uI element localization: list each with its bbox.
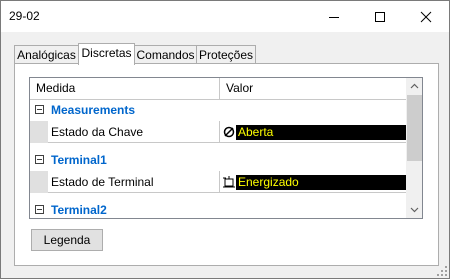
row-gutter	[30, 171, 48, 193]
column-header-medida[interactable]: Medida	[30, 78, 219, 99]
row-separator	[48, 192, 406, 193]
resize-grip-icon[interactable]	[437, 266, 447, 276]
scroll-down-arrow-icon[interactable]	[410, 205, 419, 214]
collapse-toggle-icon[interactable]	[35, 205, 44, 214]
close-icon	[420, 11, 432, 23]
scroll-up-arrow-icon[interactable]	[410, 82, 419, 91]
property-value[interactable]: Energizado	[236, 175, 406, 190]
category-label: Measurements	[51, 103, 136, 117]
category-row-terminal1[interactable]: Terminal1	[30, 149, 406, 171]
collapse-toggle-icon[interactable]	[35, 155, 44, 164]
tab-panel-discretas: Medida Valor Measurements Estado da Chav…	[14, 63, 439, 266]
minimize-icon	[329, 17, 339, 18]
row-separator	[48, 142, 406, 143]
collapse-toggle-icon[interactable]	[35, 105, 44, 114]
column-header-valor[interactable]: Valor	[220, 78, 406, 99]
window-title: 29-02	[9, 9, 40, 23]
row-gutter	[30, 121, 48, 143]
title-bar[interactable]: 29-02	[1, 1, 449, 32]
maximize-icon	[375, 12, 385, 22]
legend-button[interactable]: Legenda	[31, 229, 103, 251]
property-name: Estado da Chave	[51, 125, 144, 139]
property-value[interactable]: Aberta	[236, 125, 406, 140]
switch-open-icon	[223, 126, 235, 138]
property-row-estado-de-terminal[interactable]: Estado de Terminal Energizado	[30, 171, 406, 193]
cell-divider	[219, 171, 220, 193]
tab-discretas[interactable]: Discretas	[78, 43, 135, 65]
category-row-measurements[interactable]: Measurements	[30, 99, 406, 121]
vertical-scrollbar[interactable]	[406, 78, 422, 218]
property-grid: Medida Valor Measurements Estado da Chav…	[29, 77, 423, 219]
category-label: Terminal2	[51, 203, 107, 217]
tab-protecoes[interactable]: Proteções	[196, 45, 256, 63]
property-row-estado-da-chave[interactable]: Estado da Chave Aberta	[30, 121, 406, 143]
category-label: Terminal1	[51, 153, 107, 167]
minimize-button[interactable]	[311, 1, 357, 32]
property-name: Estado de Terminal	[51, 175, 154, 189]
tab-comandos[interactable]: Comandos	[134, 45, 197, 63]
tab-analogicas[interactable]: Analógicas	[14, 45, 79, 63]
app-window: 29-02 Analógicas Discretas Comandos Prot…	[0, 0, 450, 279]
category-row-terminal2[interactable]: Terminal2	[30, 199, 406, 218]
maximize-button[interactable]	[357, 1, 403, 32]
grid-header: Medida Valor	[30, 78, 406, 100]
cell-divider	[219, 121, 220, 143]
scrollbar-thumb[interactable]	[407, 95, 422, 161]
terminal-energized-icon	[223, 176, 235, 188]
close-button[interactable]	[403, 1, 449, 32]
